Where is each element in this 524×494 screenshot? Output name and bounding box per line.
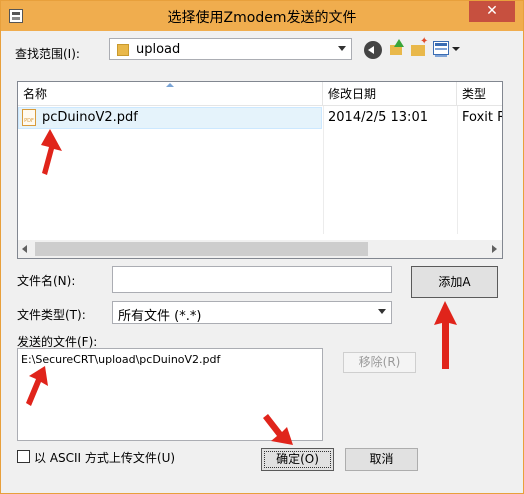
- back-icon[interactable]: [364, 41, 382, 59]
- scroll-right-icon[interactable]: [492, 245, 497, 253]
- file-name-cell: pcDuinoV2.pdf: [42, 110, 138, 125]
- remove-button-label: 移除(R): [358, 355, 401, 369]
- chevron-down-icon: [378, 309, 386, 314]
- look-in-value: upload: [136, 42, 181, 57]
- remove-button[interactable]: 移除(R): [343, 352, 416, 373]
- folder-icon: [117, 44, 129, 56]
- ok-button-label: 确定(O): [276, 452, 319, 466]
- view-menu-icon[interactable]: [433, 41, 449, 57]
- annotation-arrow-icon: [41, 129, 62, 175]
- chevron-down-icon: [338, 46, 346, 51]
- ascii-checkbox-label: 以 ASCII 方式上传文件(U): [34, 451, 176, 465]
- close-button[interactable]: ✕: [469, 1, 515, 22]
- file-list[interactable]: 名称 修改日期 类型 pcDuinoV2.pdf 2014/2/5 13:01 …: [17, 81, 503, 259]
- add-button-label: 添加A: [438, 275, 471, 289]
- annotation-arrow-icon: [263, 414, 293, 445]
- cancel-button-label: 取消: [369, 452, 394, 466]
- pdf-file-icon: [22, 109, 36, 126]
- filename-input[interactable]: [112, 266, 392, 293]
- file-dialog: 选择使用Zmodem发送的文件 ✕ 查找范围(I): upload 名称 修改日…: [0, 0, 524, 494]
- column-type[interactable]: 类型: [457, 82, 502, 106]
- ascii-checkbox[interactable]: [17, 450, 30, 463]
- column-modified[interactable]: 修改日期: [323, 82, 457, 106]
- filetype-label: 文件类型(T):: [17, 308, 86, 322]
- filetype-value: 所有文件 (*.*): [118, 309, 202, 324]
- sort-ascending-icon: [166, 83, 174, 87]
- annotation-arrow-icon: [434, 301, 457, 369]
- horizontal-scrollbar[interactable]: [18, 240, 502, 258]
- file-type-cell: Foxit Re: [462, 110, 502, 125]
- look-in-combo[interactable]: upload: [109, 38, 352, 60]
- scrollbar-thumb[interactable]: [35, 242, 368, 256]
- window-title: 选择使用Zmodem发送的文件: [167, 10, 357, 26]
- new-folder-icon[interactable]: [410, 36, 428, 58]
- cancel-button[interactable]: 取消: [345, 448, 418, 471]
- up-folder-icon[interactable]: [388, 39, 406, 57]
- file-modified-cell: 2014/2/5 13:01: [328, 110, 428, 125]
- scroll-left-icon[interactable]: [22, 245, 27, 253]
- filetype-combo[interactable]: 所有文件 (*.*): [112, 301, 392, 324]
- table-row[interactable]: pcDuinoV2.pdf 2014/2/5 13:01 Foxit Re: [18, 107, 502, 129]
- file-list-header: 名称 修改日期 类型: [18, 82, 502, 106]
- add-button[interactable]: 添加A: [411, 266, 498, 298]
- look-in-label: 查找范围(I):: [15, 47, 80, 61]
- annotation-arrow-icon: [26, 366, 48, 406]
- filename-label: 文件名(N):: [17, 274, 76, 288]
- ok-button[interactable]: 确定(O): [261, 448, 334, 471]
- list-item[interactable]: E:\SecureCRT\upload\pcDuinoV2.pdf: [21, 353, 220, 366]
- title-bar: 选择使用Zmodem发送的文件 ✕: [1, 1, 523, 31]
- view-dropdown-icon[interactable]: [452, 47, 460, 51]
